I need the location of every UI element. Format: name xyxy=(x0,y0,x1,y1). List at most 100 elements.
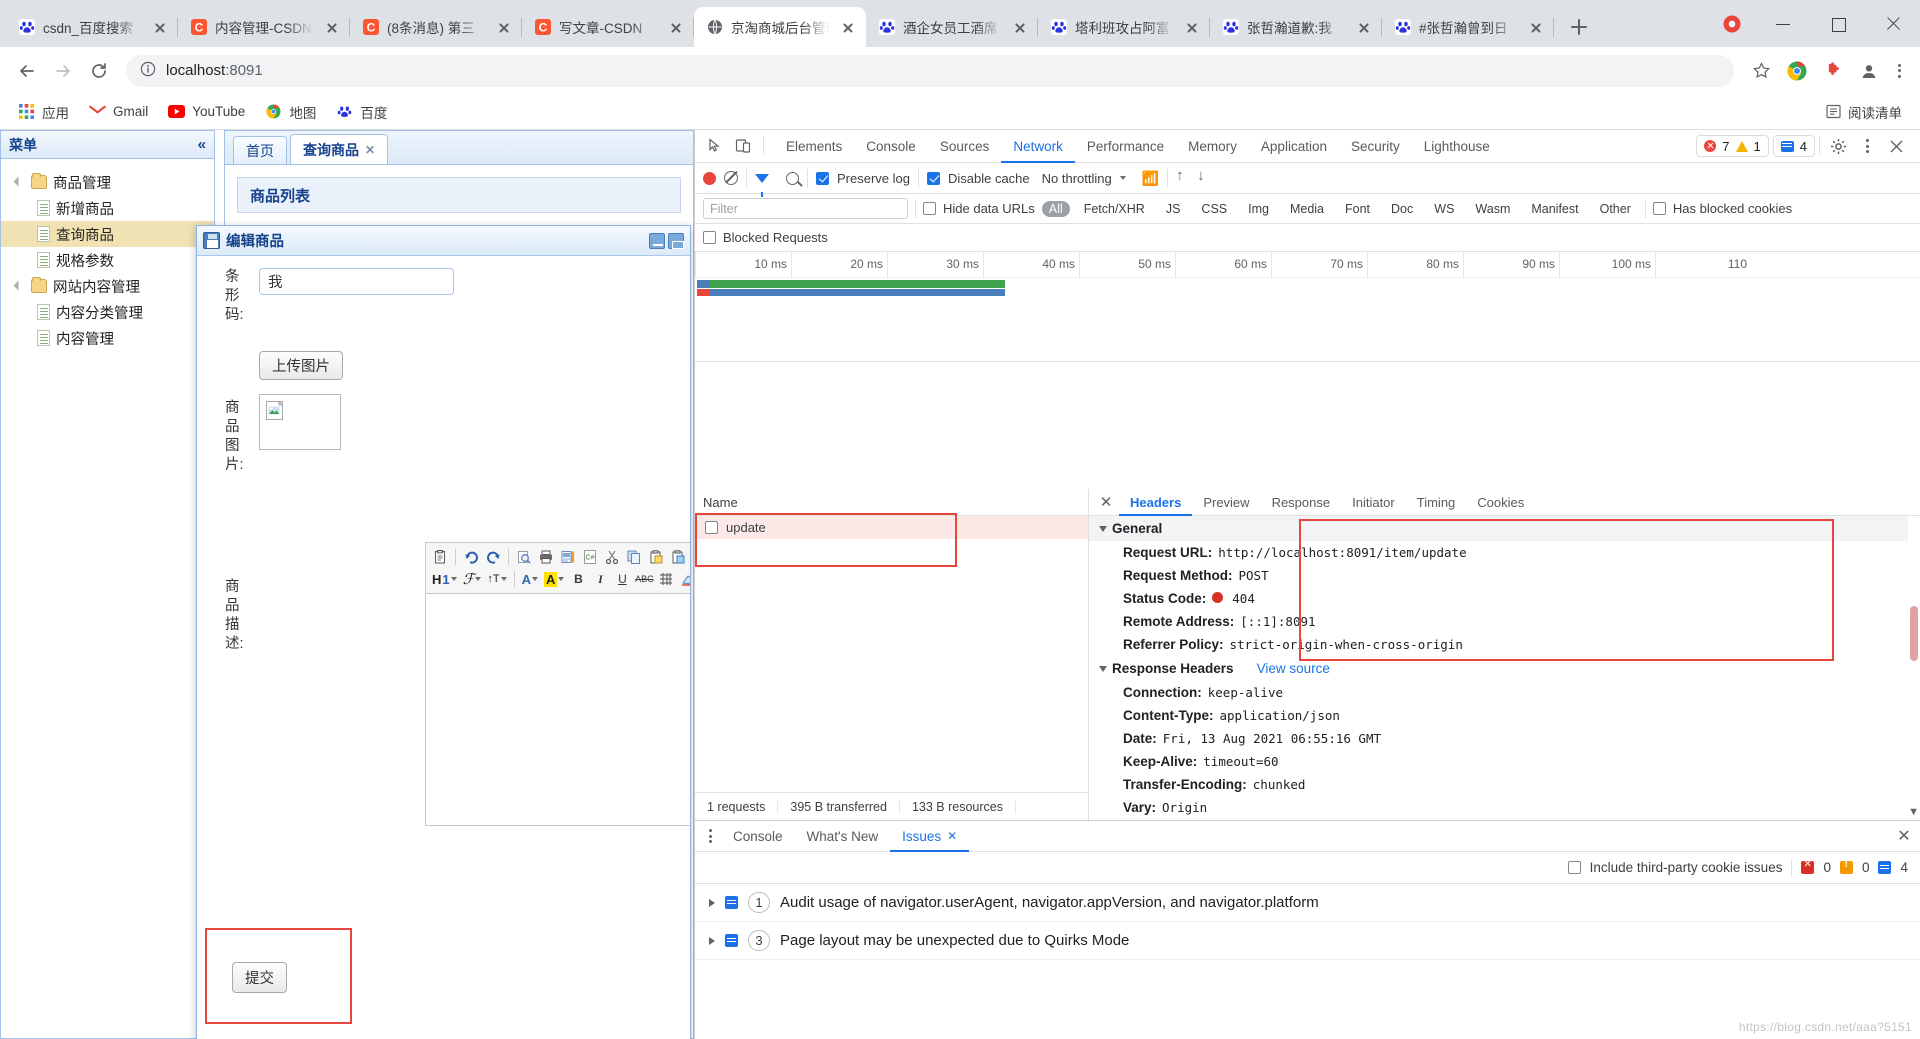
strikethrough-icon[interactable]: ABC xyxy=(634,569,654,589)
reload-button[interactable] xyxy=(82,54,116,88)
chevron-right-icon[interactable] xyxy=(709,936,715,945)
info-icon[interactable] xyxy=(140,61,156,80)
browser-tab-7[interactable]: 张哲瀚道歉:我 xyxy=(1210,7,1382,47)
chevron-down-icon[interactable] xyxy=(1119,176,1126,180)
eraser-icon[interactable] xyxy=(678,569,690,589)
browser-menu-button[interactable] xyxy=(1888,60,1910,82)
tab-query-goods[interactable]: 查询商品 ✕ xyxy=(290,134,389,164)
sidebar-item-goods-management[interactable]: 商品管理 xyxy=(1,169,214,195)
close-icon[interactable] xyxy=(150,17,170,37)
undo-icon[interactable] xyxy=(461,547,481,567)
close-icon[interactable]: ✕ xyxy=(947,829,957,843)
resource-type-manifest[interactable]: Manifest xyxy=(1524,201,1585,217)
close-icon[interactable] xyxy=(1354,17,1374,37)
barcode-input[interactable]: 我 xyxy=(259,268,454,295)
preserve-log-checkbox[interactable] xyxy=(816,171,829,185)
resource-type-all[interactable]: All xyxy=(1041,200,1070,217)
drawer-tab-console[interactable]: Console xyxy=(721,821,795,852)
tab-console[interactable]: Console xyxy=(854,130,928,163)
upload-image-button[interactable]: 上传图片 xyxy=(259,351,343,380)
search-icon[interactable] xyxy=(786,171,799,185)
tab-response[interactable]: Response xyxy=(1261,489,1342,516)
print-icon[interactable] xyxy=(536,547,556,567)
tab-preview[interactable]: Preview xyxy=(1192,489,1260,516)
resource-type-ws[interactable]: WS xyxy=(1427,201,1461,217)
chevron-down-icon[interactable] xyxy=(15,281,25,291)
close-icon[interactable] xyxy=(1010,17,1030,37)
hide-data-urls-checkbox[interactable] xyxy=(923,202,936,215)
device-toolbar-icon[interactable] xyxy=(729,133,757,159)
gear-icon[interactable] xyxy=(1824,133,1852,159)
resource-type-font[interactable]: Font xyxy=(1338,201,1377,217)
record-icon[interactable] xyxy=(703,171,716,185)
browser-tab-0[interactable]: csdn_百度搜索 xyxy=(6,7,178,47)
bookmark-gmail[interactable]: Gmail xyxy=(81,99,156,124)
close-icon[interactable] xyxy=(1882,133,1910,159)
has-blocked-cookies-checkbox[interactable] xyxy=(1652,202,1666,215)
drawer-tab-whats-new[interactable]: What's New xyxy=(795,821,891,852)
close-icon[interactable]: ✕ xyxy=(365,143,375,157)
preview-icon[interactable] xyxy=(514,547,534,567)
resource-type-css[interactable]: CSS xyxy=(1194,201,1234,217)
issue-row-quirks-mode[interactable]: 3 Page layout may be unexpected due to Q… xyxy=(695,922,1920,960)
close-icon[interactable] xyxy=(838,17,858,37)
tab-security[interactable]: Security xyxy=(1339,130,1412,163)
chrome-extension-icon[interactable] xyxy=(1709,0,1755,47)
editor-content-area[interactable] xyxy=(425,594,690,826)
export-har-icon[interactable] xyxy=(1197,167,1210,185)
drawer-close-icon[interactable]: ✕ xyxy=(1888,821,1920,852)
page-break-icon[interactable] xyxy=(558,547,578,567)
close-icon[interactable] xyxy=(1526,17,1546,37)
chevron-down-icon[interactable]: ▼ xyxy=(1908,806,1919,818)
message-badge-group[interactable]: 4 xyxy=(1772,135,1815,157)
window-minimize-button[interactable] xyxy=(1755,0,1810,47)
tab-memory[interactable]: Memory xyxy=(1176,130,1249,163)
tab-performance[interactable]: Performance xyxy=(1075,130,1176,163)
dialog-header[interactable]: 编辑商品 xyxy=(197,226,690,256)
bookmark-apps[interactable]: 应用 xyxy=(10,98,77,126)
star-icon[interactable] xyxy=(1744,54,1778,88)
import-har-icon[interactable] xyxy=(1176,167,1189,185)
font-family-dropdown[interactable]: ℱ xyxy=(461,570,484,589)
browser-tab-8[interactable]: #张哲瀚曾到日 xyxy=(1382,7,1554,47)
issue-badge-group[interactable]: 7 1 xyxy=(1696,135,1769,157)
address-bar[interactable]: localhost:8091 xyxy=(126,54,1734,87)
scrollbar-thumb[interactable] xyxy=(1910,606,1918,661)
highlight-color-icon[interactable]: A xyxy=(542,571,566,587)
italic-icon[interactable]: I xyxy=(590,569,610,589)
tab-timing[interactable]: Timing xyxy=(1406,489,1467,516)
throttling-select[interactable]: No throttling xyxy=(1042,171,1112,186)
sidebar-item-spec-params[interactable]: 规格参数 xyxy=(1,247,214,273)
bookmark-youtube[interactable]: YouTube xyxy=(160,99,253,124)
include-third-party-checkbox[interactable] xyxy=(1567,861,1581,874)
paste2-icon[interactable] xyxy=(646,547,666,567)
underline-icon[interactable]: U xyxy=(612,569,632,589)
window-close-button[interactable] xyxy=(1865,0,1920,47)
general-section-header[interactable]: General xyxy=(1089,516,1920,541)
font-color-icon[interactable]: A xyxy=(520,572,540,587)
bookmark-maps[interactable]: 地图 xyxy=(257,98,324,126)
wifi-icon[interactable]: 📶 xyxy=(1142,170,1159,187)
browser-tab-3[interactable]: C 写文章-CSDN xyxy=(522,7,694,47)
resource-type-other[interactable]: Other xyxy=(1593,201,1638,217)
close-icon[interactable] xyxy=(666,17,686,37)
view-source-link[interactable]: View source xyxy=(1257,661,1330,676)
issue-row-navigator-useragent[interactable]: 1 Audit usage of navigator.userAgent, na… xyxy=(695,884,1920,922)
dialog-minimize-button[interactable] xyxy=(649,232,665,249)
response-headers-section-header[interactable]: Response Headers View source xyxy=(1089,656,1920,681)
puzzle-icon[interactable] xyxy=(1816,54,1850,88)
sidebar-item-query-goods[interactable]: 查询商品 xyxy=(1,221,214,247)
cut-icon[interactable] xyxy=(602,547,622,567)
sidebar-item-add-goods[interactable]: 新增商品 xyxy=(1,195,214,221)
drawer-tab-issues[interactable]: Issues ✕ xyxy=(890,821,969,852)
resource-type-wasm[interactable]: Wasm xyxy=(1468,201,1517,217)
tab-cookies[interactable]: Cookies xyxy=(1466,489,1535,516)
blocked-requests-checkbox[interactable] xyxy=(703,231,716,244)
submit-button[interactable]: 提交 xyxy=(232,962,287,993)
kebab-icon[interactable] xyxy=(699,825,721,847)
browser-tab-5[interactable]: 酒企女员工酒席 xyxy=(866,7,1038,47)
close-icon[interactable] xyxy=(494,17,514,37)
heading-dropdown[interactable]: H1 xyxy=(430,572,459,587)
chevron-down-icon[interactable] xyxy=(15,177,25,187)
close-icon[interactable]: ✕ xyxy=(1093,489,1119,515)
